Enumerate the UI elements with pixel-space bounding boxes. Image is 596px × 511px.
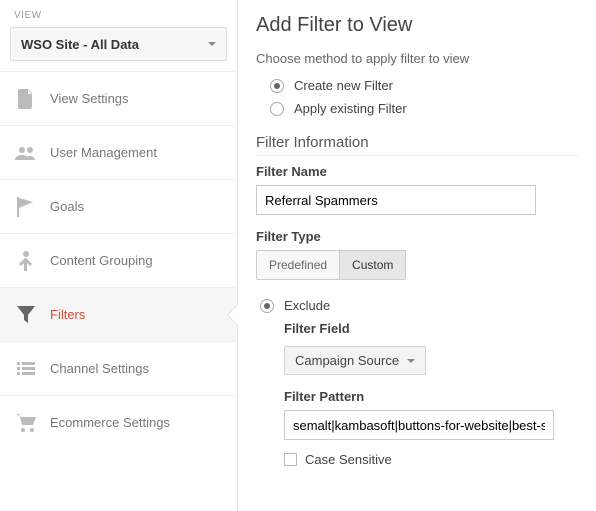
sidebar-item-label: Filters [50, 307, 85, 322]
filter-field-label: Filter Field [284, 321, 578, 336]
flag-icon [14, 195, 38, 219]
checkbox-icon [284, 453, 297, 466]
caret-down-icon [407, 359, 415, 363]
radio-icon [270, 102, 284, 116]
sidebar-item-content-grouping[interactable]: Content Grouping [0, 233, 237, 287]
sidebar-item-label: View Settings [50, 91, 129, 106]
filter-field-dropdown[interactable]: Campaign Source [284, 346, 426, 375]
sidebar: VIEW WSO Site - All Data View Settings U… [0, 0, 237, 511]
main-panel: Add Filter to View Choose method to appl… [237, 0, 596, 511]
filter-type-toggle: Predefined Custom [256, 250, 406, 280]
person-icon [14, 249, 38, 273]
caret-down-icon [208, 42, 216, 46]
filter-pattern-label: Filter Pattern [284, 389, 578, 404]
sidebar-item-ecommerce-settings[interactable]: Ecommerce Settings [0, 395, 237, 449]
sidebar-item-filters[interactable]: Filters [0, 287, 237, 341]
sidebar-item-label: Content Grouping [50, 253, 153, 268]
filter-name-input[interactable] [256, 185, 536, 215]
filter-type-label: Filter Type [256, 229, 578, 244]
cart-icon [14, 411, 38, 435]
users-icon [14, 141, 38, 165]
list-icon [14, 357, 38, 381]
sidebar-item-label: Channel Settings [50, 361, 149, 376]
funnel-icon [14, 303, 38, 327]
filter-pattern-input[interactable] [284, 410, 554, 440]
toggle-predefined[interactable]: Predefined [257, 251, 339, 279]
filter-info-heading: Filter Information [256, 134, 578, 156]
document-icon [14, 87, 38, 111]
filter-name-label: Filter Name [256, 164, 578, 179]
sidebar-item-label: User Management [50, 145, 157, 160]
page-title: Add Filter to View [256, 14, 578, 37]
sidebar-item-label: Ecommerce Settings [50, 415, 170, 430]
radio-create-new[interactable]: Create new Filter [270, 78, 578, 93]
radio-exclude[interactable]: Exclude [260, 298, 578, 313]
dropdown-value: Campaign Source [295, 353, 399, 368]
method-label: Choose method to apply filter to view [256, 51, 578, 66]
sidebar-item-goals[interactable]: Goals [0, 179, 237, 233]
sidebar-item-label: Goals [50, 199, 84, 214]
checkbox-label: Case Sensitive [305, 452, 392, 467]
toggle-custom[interactable]: Custom [339, 251, 405, 279]
sidebar-item-user-management[interactable]: User Management [0, 125, 237, 179]
radio-label: Apply existing Filter [294, 101, 407, 116]
radio-icon [260, 299, 274, 313]
case-sensitive-checkbox[interactable]: Case Sensitive [284, 452, 578, 467]
radio-label: Exclude [284, 298, 330, 313]
sidebar-item-view-settings[interactable]: View Settings [0, 71, 237, 125]
sidebar-item-channel-settings[interactable]: Channel Settings [0, 341, 237, 395]
radio-apply-existing[interactable]: Apply existing Filter [270, 101, 578, 116]
radio-label: Create new Filter [294, 78, 393, 93]
view-selected-text: WSO Site - All Data [21, 37, 139, 52]
radio-icon [270, 79, 284, 93]
view-selector[interactable]: WSO Site - All Data [10, 27, 227, 61]
view-header-label: VIEW [0, 0, 237, 27]
